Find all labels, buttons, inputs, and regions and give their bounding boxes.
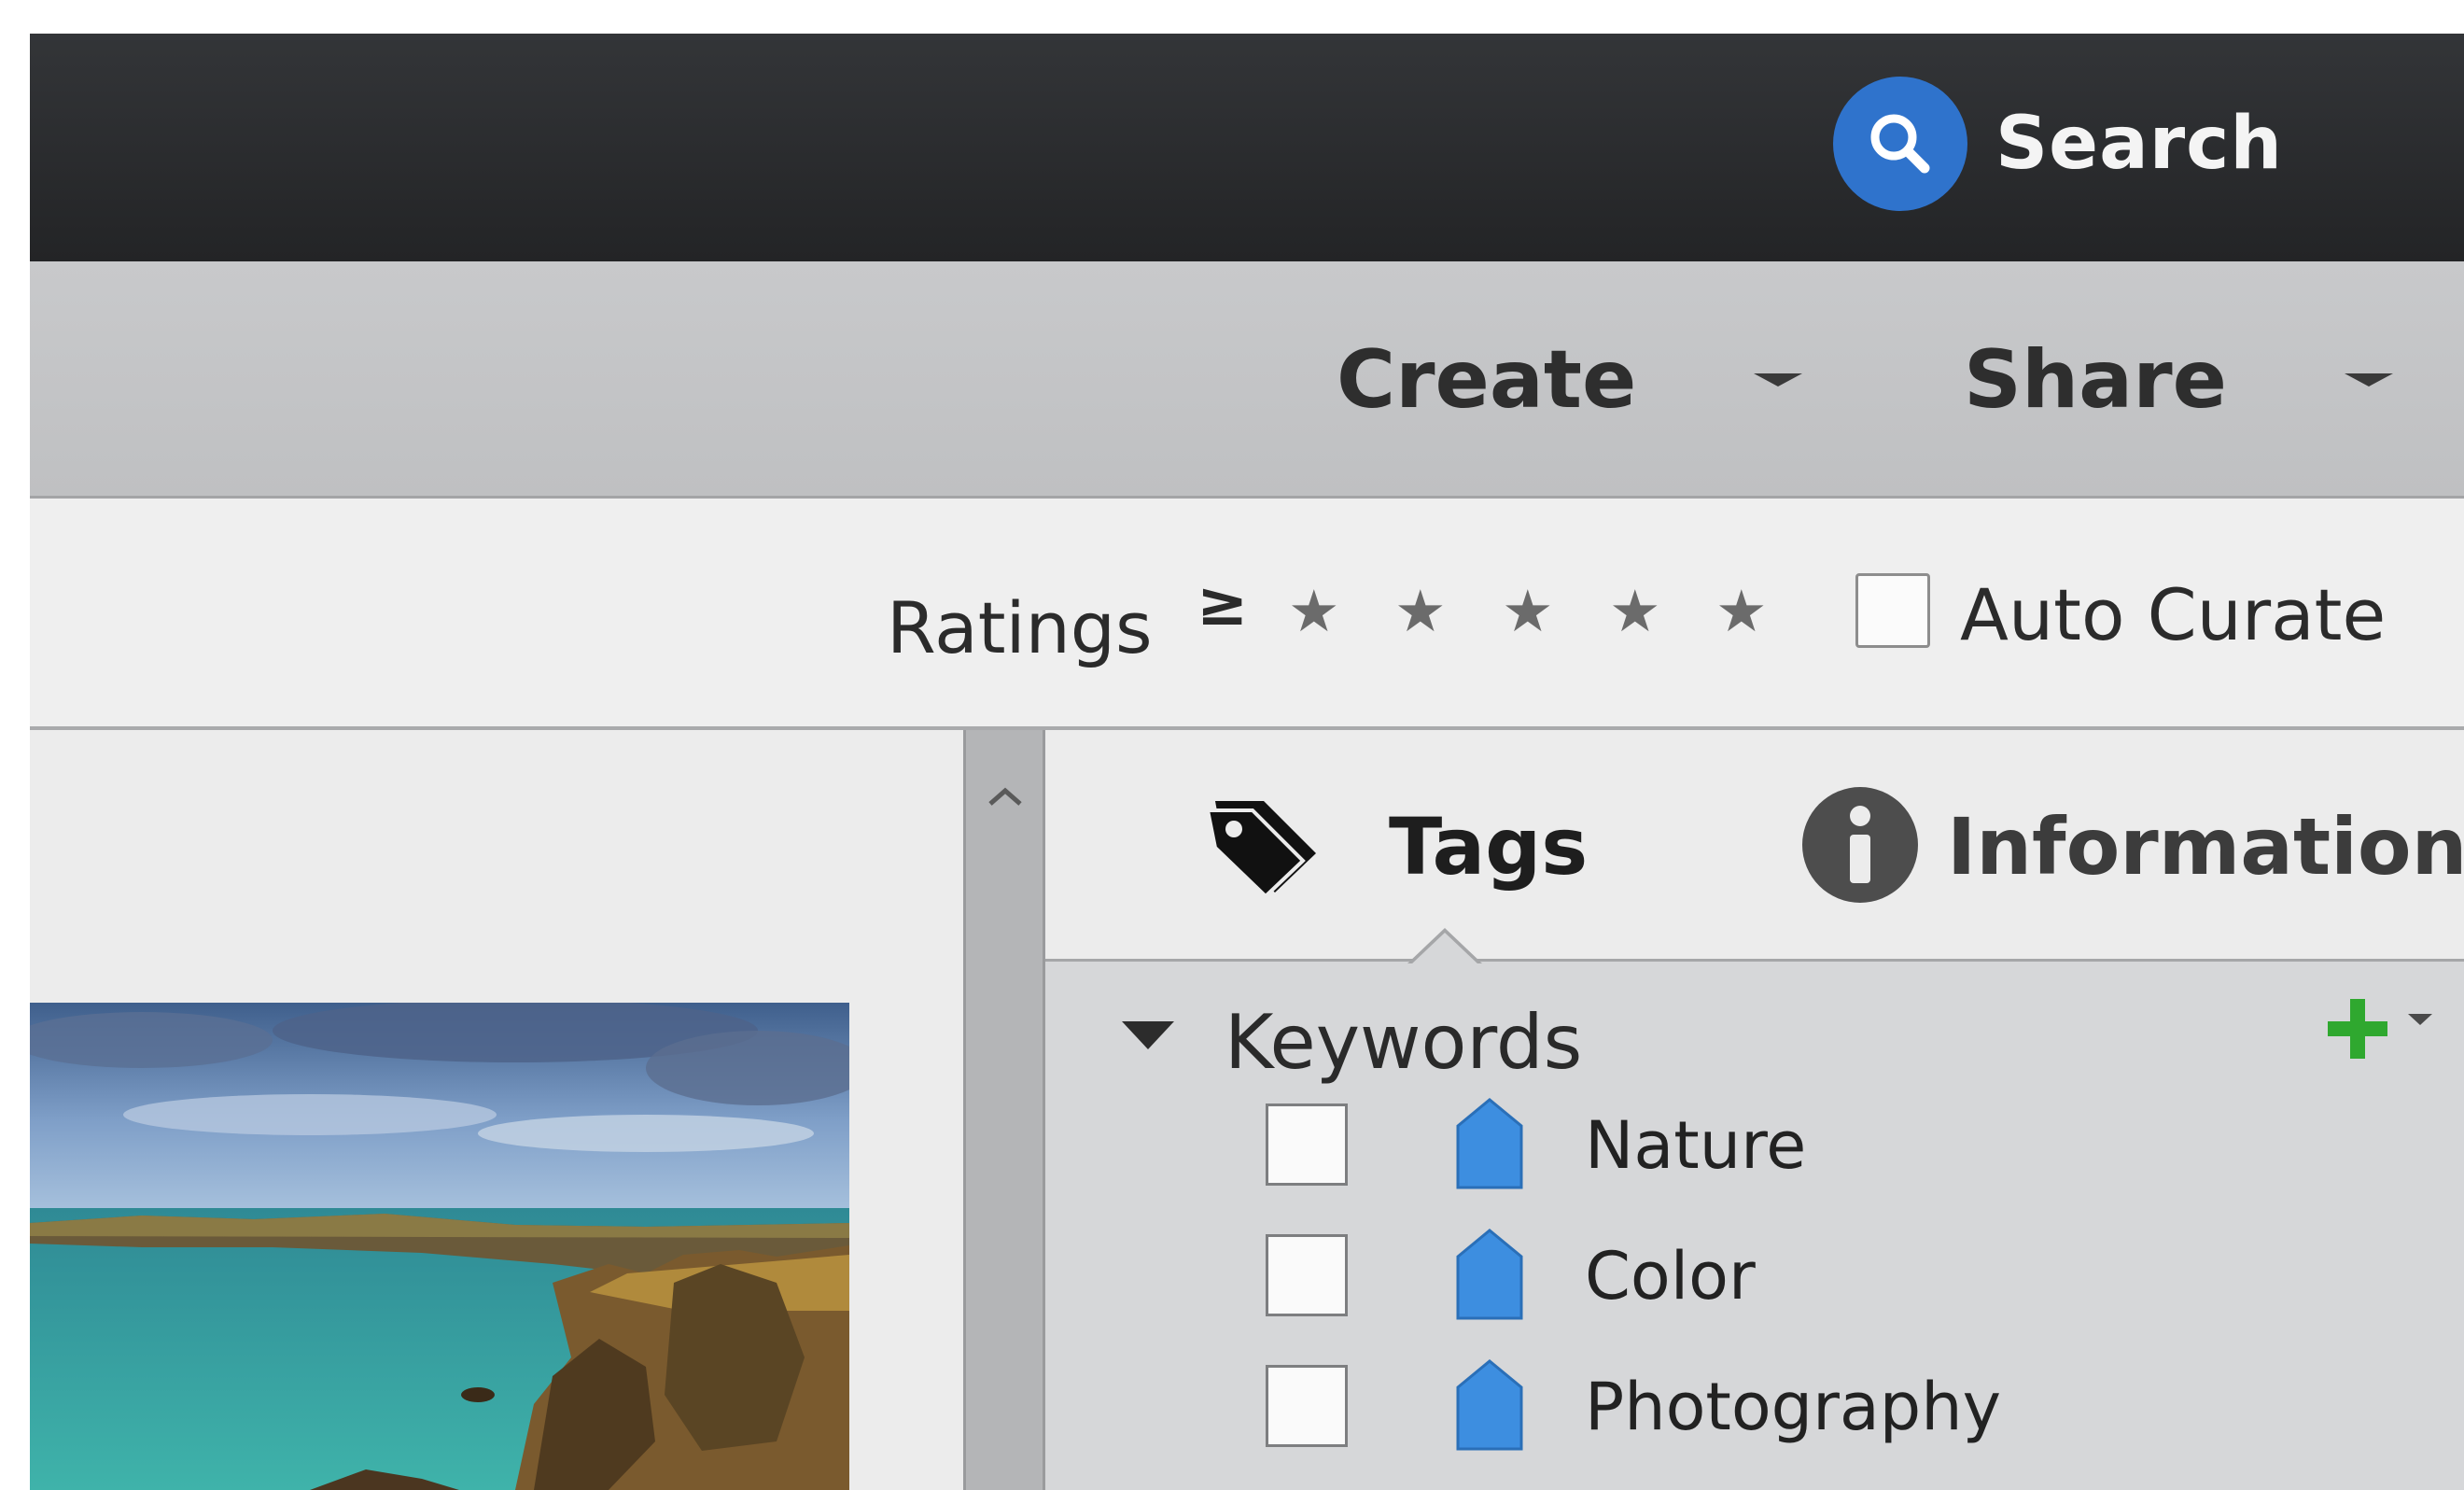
chevron-down-icon — [2344, 373, 2393, 387]
keyword-item-color: Color — [1045, 1214, 2464, 1344]
ratings-operator: ≥ — [1197, 568, 1249, 640]
tab-tags-label: Tags — [1389, 801, 1589, 893]
chevron-down-icon — [1754, 373, 1803, 387]
triangle-down-icon[interactable] — [1122, 1021, 1174, 1049]
tab-information-label: Information — [1947, 801, 2464, 893]
tags-panel: Tags Information Keywords Nature Color P… — [1045, 730, 2464, 1490]
search-label: Search — [1995, 102, 2283, 186]
action-bar: Create Share — [30, 261, 2464, 499]
search-icon — [1833, 77, 1967, 211]
app-window: Search Create Share Ratings ≥ ★ ★ ★ ★ ★ … — [30, 34, 2464, 1490]
top-bar: Search — [30, 34, 2464, 261]
share-label: Share — [1964, 333, 2227, 427]
keyword-label: Nature — [1585, 1107, 1807, 1184]
vertical-scrollbar[interactable] — [963, 730, 1045, 1490]
star-rating-1[interactable]: ★ — [1288, 583, 1340, 640]
search-button[interactable]: Search — [1833, 75, 2283, 213]
info-icon — [1801, 786, 1919, 907]
keyword-item-photography: Photography — [1045, 1344, 2464, 1475]
auto-curate-label: Auto Curate — [1960, 573, 2387, 656]
keyword-tag-icon — [1454, 1359, 1525, 1453]
share-button[interactable]: Share — [1964, 261, 2393, 499]
keyword-checkbox[interactable] — [1266, 1234, 1348, 1316]
add-keyword-button[interactable] — [2324, 993, 2436, 1068]
star-rating-3[interactable]: ★ — [1502, 583, 1554, 640]
keyword-checkbox[interactable] — [1266, 1365, 1348, 1447]
panel-tabs: Tags Information — [1045, 730, 2464, 962]
star-rating-5[interactable]: ★ — [1715, 583, 1768, 640]
auto-curate-checkbox[interactable] — [1855, 573, 1930, 648]
star-rating-4[interactable]: ★ — [1609, 583, 1661, 640]
keyword-item-nature: Nature — [1045, 1083, 2464, 1214]
tab-tags[interactable]: Tags — [1205, 786, 1589, 907]
photo-thumbnail[interactable] — [30, 1003, 849, 1490]
active-tab-pointer-fill — [1410, 933, 1479, 965]
star-rating-2[interactable]: ★ — [1394, 583, 1447, 640]
tab-information[interactable]: Information — [1801, 786, 2464, 907]
tag-icon — [1205, 794, 1327, 900]
create-button[interactable]: Create — [1337, 261, 1803, 499]
ratings-label: Ratings — [887, 586, 1153, 669]
keyword-checkbox[interactable] — [1266, 1103, 1348, 1186]
keyword-label: Color — [1585, 1238, 1756, 1314]
keyword-label: Photography — [1585, 1369, 2002, 1445]
create-label: Create — [1337, 333, 1637, 427]
keyword-tag-icon — [1454, 1229, 1525, 1322]
ratings-filter-bar: Ratings ≥ ★ ★ ★ ★ ★ Auto Curate — [30, 499, 2464, 730]
keyword-tag-icon — [1454, 1098, 1525, 1191]
keywords-header: Keywords — [1045, 962, 2464, 1086]
keywords-title: Keywords — [1225, 999, 1583, 1086]
chevron-up-icon[interactable] — [987, 767, 1024, 818]
